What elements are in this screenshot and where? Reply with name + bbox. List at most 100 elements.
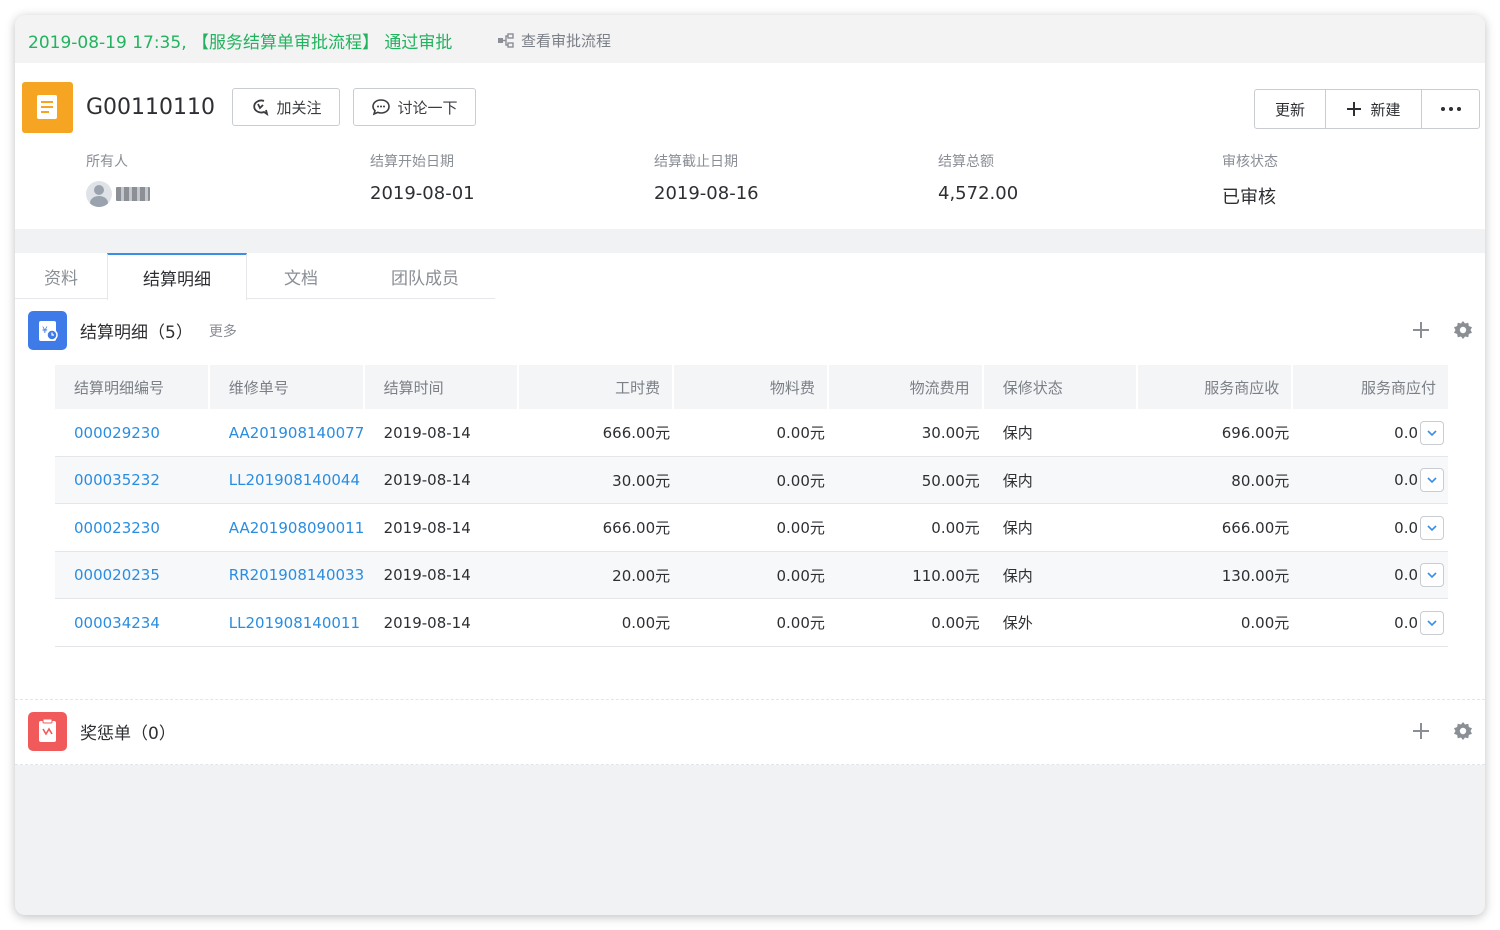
more-icon (1440, 107, 1461, 111)
gear-icon[interactable] (1453, 721, 1473, 745)
table-row[interactable]: 000023230 AA201908090011 2019-08-14 666.… (55, 504, 1448, 552)
settle-time-cell: 2019-08-14 (383, 423, 471, 442)
warranty-status-cell: 保内 (1002, 566, 1033, 585)
repair-order-link[interactable]: RR201908140033 (210, 552, 365, 599)
new-button[interactable]: 新建 (1326, 90, 1422, 128)
view-approval-flow-link[interactable]: 查看审批流程 (497, 30, 611, 51)
record-code: G00110110 (86, 95, 216, 120)
settlement-section-title: 结算明细（5） (80, 323, 193, 343)
gear-icon[interactable] (1453, 320, 1473, 344)
labor-fee-cell: 666.00元 (602, 424, 671, 442)
payable-value: 0.0 (1394, 613, 1419, 632)
table-row[interactable]: 000035232 LL201908140044 2019-08-14 30.0… (55, 456, 1448, 504)
payable-cell: 0.0 (1293, 457, 1448, 504)
tab-team-members[interactable]: 团队成员 (355, 253, 495, 299)
detail-number-link[interactable]: 000023230 (55, 504, 210, 551)
repair-order-link[interactable]: AA201908140077 (210, 409, 365, 456)
add-reward-icon[interactable] (1411, 721, 1431, 745)
row-dropdown-button[interactable] (1420, 515, 1445, 540)
repair-order-link[interactable]: LL201908140011 (210, 599, 365, 646)
start-date-value: 2019-08-01 (370, 183, 475, 204)
table-row[interactable]: 000020235 RR201908140033 2019-08-14 20.0… (55, 551, 1448, 599)
review-status-field: 审核状态 已审核 (1222, 151, 1278, 209)
payable-cell: 0.0 (1293, 599, 1448, 646)
owner-name[interactable] (116, 187, 150, 201)
payable-cell: 0.0 (1293, 409, 1448, 456)
comment-icon (372, 99, 391, 116)
warranty-status-cell: 保内 (1002, 519, 1033, 537)
column-header[interactable]: 服务商应收 (1138, 365, 1294, 409)
receivable-cell: 0.00元 (1240, 614, 1290, 632)
total-label: 结算总额 (938, 154, 994, 170)
view-approval-flow-label: 查看审批流程 (521, 32, 612, 50)
start-date-field: 结算开始日期 2019-08-01 (370, 151, 475, 204)
column-header[interactable]: 工时费 (519, 365, 675, 409)
tab-info[interactable]: 资料 (15, 253, 107, 299)
discuss-button[interactable]: 讨论一下 (353, 88, 476, 126)
follow-label: 加关注 (276, 98, 322, 117)
repair-order-link[interactable]: AA201908090011 (210, 504, 365, 551)
approval-status-text: 2019-08-19 17:35, 【服务结算单审批流程】 通过审批 (28, 33, 453, 53)
column-header[interactable]: 维修单号 (210, 365, 365, 409)
table-row[interactable]: 000029230 AA201908140077 2019-08-14 666.… (55, 409, 1448, 457)
settle-time-cell: 2019-08-14 (383, 518, 471, 537)
repair-order-link[interactable]: LL201908140044 (210, 457, 365, 504)
update-label: 更新 (1274, 100, 1305, 119)
tab-documents[interactable]: 文档 (247, 253, 355, 299)
column-header[interactable]: 保修状态 (984, 365, 1139, 409)
column-header[interactable]: 服务商应付 (1293, 365, 1448, 409)
avatar[interactable] (86, 181, 112, 207)
more-link[interactable]: 更多 (209, 321, 237, 341)
chevron-down-icon (1427, 477, 1437, 484)
logistics-fee-cell: 50.00元 (921, 471, 980, 490)
end-date-field: 结算截止日期 2019-08-16 (654, 151, 759, 204)
payable-value: 0.0 (1394, 471, 1419, 489)
owner-label: 所有人 (86, 154, 128, 170)
payable-cell: 0.0 (1293, 504, 1448, 551)
table-row[interactable]: 000034234 LL201908140011 2019-08-14 0.00… (55, 599, 1448, 647)
update-button[interactable]: 更新 (1255, 90, 1326, 128)
start-date-label: 结算开始日期 (370, 154, 454, 170)
warranty-status-cell: 保内 (1002, 471, 1033, 490)
logistics-fee-cell: 110.00元 (912, 566, 980, 585)
action-button-group: 更新 新建 (1254, 89, 1480, 129)
receivable-cell: 666.00元 (1221, 519, 1290, 537)
owner-field: 所有人 (86, 151, 150, 207)
discuss-label: 讨论一下 (397, 98, 458, 117)
material-fee-cell: 0.00元 (776, 614, 825, 632)
row-dropdown-button[interactable] (1420, 563, 1445, 587)
labor-fee-cell: 666.00元 (602, 519, 671, 537)
settle-time-cell: 2019-08-14 (383, 566, 471, 584)
review-status-label: 审核状态 (1222, 154, 1278, 170)
follow-icon (253, 99, 269, 116)
material-fee-cell: 0.00元 (776, 471, 825, 490)
add-settlement-icon[interactable] (1411, 320, 1431, 344)
content-panel: 资料 结算明细 文档 团队成员 ¥ 结算明细（5） 更多 结算明细编号 维修单号… (15, 253, 1485, 765)
more-button[interactable] (1422, 90, 1479, 128)
labor-fee-cell: 0.00元 (621, 614, 671, 632)
row-dropdown-button[interactable] (1420, 420, 1445, 445)
row-dropdown-button[interactable] (1420, 610, 1445, 635)
column-header[interactable]: 物流费用 (829, 365, 984, 409)
logistics-fee-cell: 30.00元 (921, 424, 980, 442)
detail-number-link[interactable]: 000020235 (55, 552, 210, 599)
settle-time-cell: 2019-08-14 (383, 471, 471, 489)
table-header: 结算明细编号 维修单号 结算时间 工时费 物料费 物流费用 保修状态 服务商应收… (55, 365, 1448, 409)
column-header[interactable]: 结算时间 (365, 365, 520, 409)
end-date-value: 2019-08-16 (654, 183, 759, 204)
new-label: 新建 (1370, 100, 1401, 119)
receivable-cell: 696.00元 (1221, 424, 1290, 442)
settlement-icon: ¥ (28, 311, 67, 350)
material-fee-cell: 0.00元 (776, 424, 825, 442)
row-dropdown-button[interactable] (1420, 468, 1445, 492)
plus-icon (1347, 102, 1362, 116)
detail-number-link[interactable]: 000035232 (55, 457, 210, 504)
detail-number-link[interactable]: 000034234 (55, 599, 210, 646)
column-header[interactable]: 物料费 (674, 365, 829, 409)
tab-settlement-details[interactable]: 结算明细 (107, 253, 247, 300)
detail-number-link[interactable]: 000029230 (55, 409, 210, 456)
column-header[interactable]: 结算明细编号 (55, 365, 210, 409)
end-date-label: 结算截止日期 (654, 154, 738, 170)
material-fee-cell: 0.00元 (776, 566, 825, 585)
follow-button[interactable]: 加关注 (232, 88, 340, 126)
